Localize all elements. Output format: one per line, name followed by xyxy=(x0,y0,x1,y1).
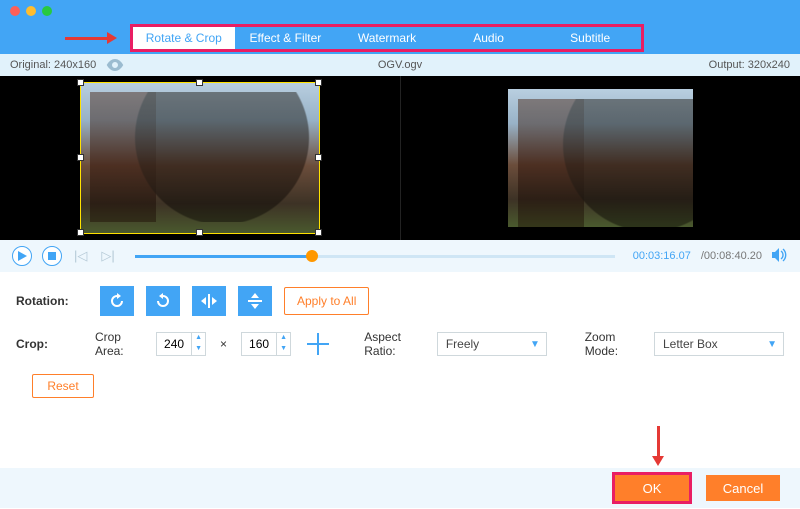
tab-audio[interactable]: Audio xyxy=(438,27,540,49)
crop-height-stepper[interactable]: ▲▼ xyxy=(241,332,291,356)
aspect-ratio-label: Aspect Ratio: xyxy=(364,330,423,358)
crop-height-down[interactable]: ▼ xyxy=(277,344,290,355)
zoom-mode-label: Zoom Mode: xyxy=(585,330,640,358)
crop-height-up[interactable]: ▲ xyxy=(277,333,290,344)
next-frame-button[interactable]: ▷| xyxy=(99,248,116,264)
crop-label: Crop: xyxy=(16,337,95,351)
editor-tabbar: Rotate & Crop Effect & Filter Watermark … xyxy=(0,22,800,54)
tab-subtitle[interactable]: Subtitle xyxy=(539,27,641,49)
rotation-label: Rotation: xyxy=(16,294,100,308)
output-dimensions-label: Output: 320x240 xyxy=(709,59,790,71)
transport-bar: |◁ ▷| 00:03:16.07/00:08:40.20 xyxy=(0,240,800,272)
flip-horizontal-icon xyxy=(201,294,217,308)
output-video-frame xyxy=(508,89,693,227)
window-titlebar xyxy=(0,0,800,22)
tab-rotate-crop[interactable]: Rotate & Crop xyxy=(133,27,235,49)
play-icon xyxy=(18,251,27,261)
tab-effect-filter[interactable]: Effect & Filter xyxy=(235,27,337,49)
total-time-label: /00:08:40.20 xyxy=(701,250,762,262)
annotation-tabs-highlight: Rotate & Crop Effect & Filter Watermark … xyxy=(130,24,644,52)
flip-vertical-icon xyxy=(248,293,262,309)
play-button[interactable] xyxy=(12,246,32,266)
annotation-ok-highlight: OK xyxy=(612,472,692,504)
crop-selection-frame[interactable] xyxy=(80,82,320,234)
crop-width-up[interactable]: ▲ xyxy=(192,333,205,344)
reset-button[interactable]: Reset xyxy=(32,374,94,398)
original-dimensions-label: Original: 240x160 xyxy=(10,59,96,71)
info-bar: Original: 240x160 OGV.ogv Output: 320x24… xyxy=(0,54,800,76)
current-time-label: 00:03:16.07 xyxy=(633,250,691,262)
crop-times-label: × xyxy=(220,337,227,351)
center-crop-button[interactable] xyxy=(305,331,326,357)
volume-icon[interactable] xyxy=(772,248,788,265)
aspect-ratio-value: Freely xyxy=(446,337,479,351)
window-minimize-button[interactable] xyxy=(26,6,36,16)
progress-fill xyxy=(135,255,313,258)
progress-thumb[interactable] xyxy=(306,250,318,262)
apply-to-all-button[interactable]: Apply to All xyxy=(284,287,369,315)
zoom-mode-value: Letter Box xyxy=(663,337,718,351)
crop-area-label: Crop Area: xyxy=(95,330,142,358)
window-close-button[interactable] xyxy=(10,6,20,16)
window-zoom-button[interactable] xyxy=(42,6,52,16)
preview-eye-icon[interactable] xyxy=(106,59,124,71)
annotation-arrow-tabs xyxy=(65,32,117,44)
output-preview-pane xyxy=(400,76,800,240)
chevron-down-icon: ▼ xyxy=(767,339,777,350)
rotate-ccw-icon xyxy=(109,293,125,309)
rotate-cw-icon xyxy=(155,293,171,309)
crop-width-down[interactable]: ▼ xyxy=(192,344,205,355)
crop-height-input[interactable] xyxy=(242,333,276,355)
ok-button[interactable]: OK xyxy=(615,475,689,501)
stop-icon xyxy=(48,252,56,260)
flip-vertical-button[interactable] xyxy=(238,286,272,316)
progress-slider[interactable] xyxy=(135,255,615,258)
bottom-bar: OK Cancel xyxy=(0,468,800,508)
crop-width-input[interactable] xyxy=(157,333,191,355)
rotate-ccw-button[interactable] xyxy=(100,286,134,316)
tab-watermark[interactable]: Watermark xyxy=(336,27,438,49)
prev-frame-button[interactable]: |◁ xyxy=(72,248,89,264)
aspect-ratio-select[interactable]: Freely ▼ xyxy=(437,332,547,356)
controls-panel: Rotation: Apply to All Crop: Crop Area: … xyxy=(0,272,800,402)
annotation-arrow-ok xyxy=(652,426,664,466)
zoom-mode-select[interactable]: Letter Box ▼ xyxy=(654,332,784,356)
crop-width-stepper[interactable]: ▲▼ xyxy=(156,332,206,356)
original-preview-pane[interactable] xyxy=(0,76,400,240)
flip-horizontal-button[interactable] xyxy=(192,286,226,316)
stop-button[interactable] xyxy=(42,246,62,266)
chevron-down-icon: ▼ xyxy=(530,339,540,350)
rotate-cw-button[interactable] xyxy=(146,286,180,316)
cancel-button[interactable]: Cancel xyxy=(706,475,780,501)
preview-row xyxy=(0,76,800,240)
